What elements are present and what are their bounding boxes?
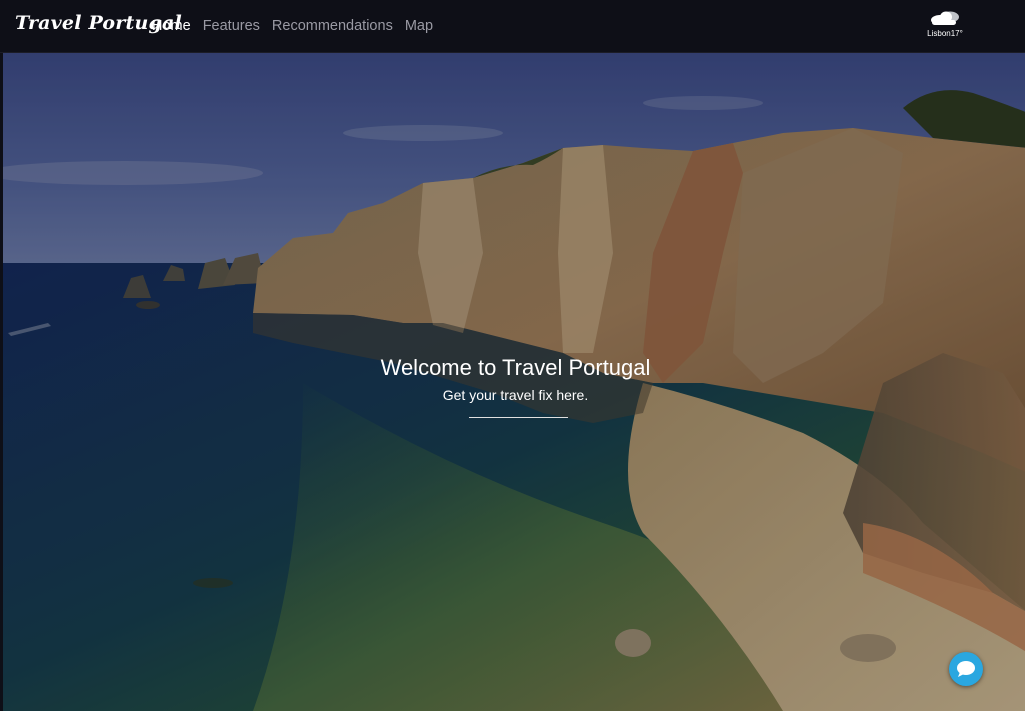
hero-overlay [3,53,1025,711]
nav-links: Home Features Recommendations Map [152,18,433,34]
cloud-icon [921,10,969,26]
weather-text: Lisbon17° [927,29,963,38]
hero-section: Welcome to Travel Portugal Get your trav… [0,53,1025,711]
nav-link-map[interactable]: Map [405,18,433,34]
navbar: Travel Portugal Home Features Recommenda… [0,0,1025,53]
nav-link-recommendations[interactable]: Recommendations [272,18,393,34]
hero-divider [469,417,568,418]
nav-link-features[interactable]: Features [203,18,260,34]
weather-widget: Lisbon17° [921,10,969,38]
chat-button[interactable] [949,652,983,686]
hero-title: Welcome to Travel Portugal [380,355,651,380]
hero-subtitle: Get your travel fix here. [442,387,589,403]
nav-link-home[interactable]: Home [152,18,191,34]
